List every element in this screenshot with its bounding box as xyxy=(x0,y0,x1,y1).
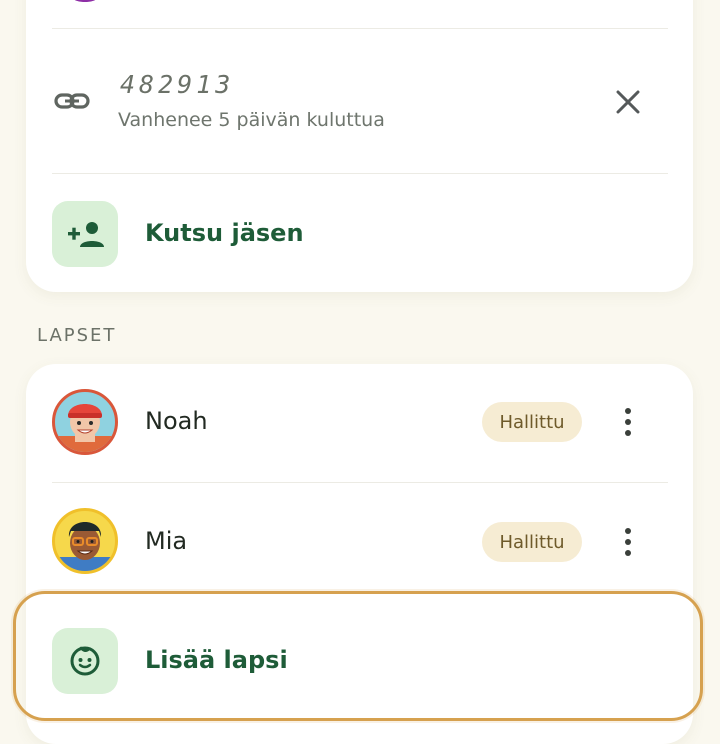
avatar-noah xyxy=(52,389,118,455)
close-icon[interactable] xyxy=(610,84,646,120)
link-icon xyxy=(54,93,90,109)
divider xyxy=(52,173,668,174)
invite-member-label: Kutsu jäsen xyxy=(145,219,304,247)
child-name: Noah xyxy=(145,407,208,435)
divider xyxy=(52,482,668,483)
more-options-icon[interactable] xyxy=(614,402,642,442)
invite-member-icon-tile xyxy=(52,201,118,267)
invite-expiry-text: Vanhenee 5 päivän kuluttua xyxy=(118,109,385,131)
invite-code: 482913 xyxy=(120,70,235,99)
child-name: Mia xyxy=(145,527,188,555)
focus-highlight xyxy=(13,591,703,721)
section-header-children: LAPSET xyxy=(37,325,117,346)
members-card xyxy=(26,0,693,292)
avatar-mia xyxy=(52,508,118,574)
more-options-icon[interactable] xyxy=(614,522,642,562)
status-badge: Hallittu xyxy=(482,402,582,442)
divider xyxy=(52,28,668,29)
status-badge: Hallittu xyxy=(482,522,582,562)
person-add-icon xyxy=(68,222,104,247)
